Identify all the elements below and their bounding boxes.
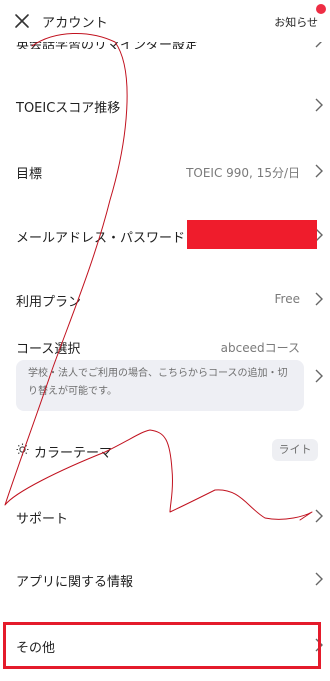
plan-value: Free — [274, 292, 300, 306]
notification-dot — [316, 4, 326, 14]
settings-row-goal[interactable]: 目標 TOEIC 990, 15分/日 — [0, 158, 330, 184]
redaction-box — [187, 220, 317, 249]
course-note: 学校・法人でご利用の場合、こちらからコースの追加・切り替えが可能です。 — [16, 360, 304, 411]
settings-row-support[interactable]: サポート — [0, 503, 330, 529]
chevron-right-icon — [315, 369, 324, 383]
settings-row-app-info[interactable]: アプリに関する情報 — [0, 566, 330, 592]
row-label: 目標 — [16, 167, 43, 182]
app-header: アカウント お知らせ — [0, 0, 330, 42]
chevron-right-icon — [315, 98, 324, 112]
row-label: メールアドレス・パスワード — [16, 231, 186, 246]
row-label: 利用プラン — [16, 295, 82, 310]
settings-row-plan[interactable]: 利用プラン Free — [0, 286, 330, 312]
chevron-right-icon — [315, 509, 324, 523]
highlight-annotation — [3, 622, 321, 669]
chevron-right-icon — [315, 292, 324, 306]
row-label: アプリに関する情報 — [16, 575, 134, 590]
sun-icon — [16, 441, 29, 456]
close-icon[interactable] — [14, 13, 30, 29]
row-label: コース選択 — [16, 342, 81, 357]
settings-row-toeic-score[interactable]: TOEICスコア推移 — [0, 92, 330, 118]
chevron-right-icon — [315, 572, 324, 586]
row-label: TOEICスコア推移 — [16, 101, 121, 116]
chevron-right-icon — [315, 164, 324, 178]
row-label: サポート — [16, 512, 69, 527]
theme-toggle-button[interactable]: ライト — [272, 439, 318, 461]
goal-value: TOEIC 990, 15分/日 — [186, 166, 300, 180]
theme-label: カラーテーマ — [34, 446, 113, 461]
course-value: abceedコース — [220, 341, 300, 355]
notice-button[interactable]: お知らせ — [274, 14, 318, 30]
page-title: アカウント — [42, 16, 109, 31]
